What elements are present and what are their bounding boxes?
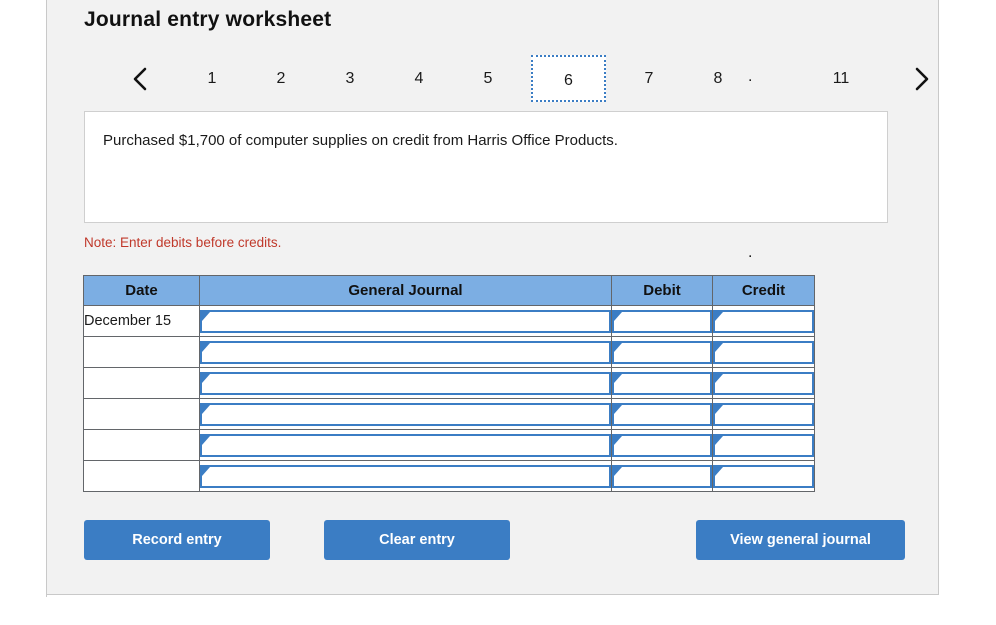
- journal-entry-worksheet-panel: Journal entry worksheet 1 2 3 4 5 6 7 8 …: [47, 0, 939, 595]
- date-cell: [83, 429, 200, 461]
- debit-cell[interactable]: [611, 367, 713, 399]
- table-row: [83, 429, 815, 461]
- pagination-page-11[interactable]: 11: [819, 55, 863, 102]
- debit-cell[interactable]: [611, 460, 713, 492]
- date-cell: [83, 336, 200, 368]
- credit-cell[interactable]: [712, 336, 815, 368]
- credit-cell[interactable]: [712, 429, 815, 461]
- debits-before-credits-note: Note: Enter debits before credits.: [84, 235, 282, 250]
- general-journal-cell[interactable]: [199, 429, 612, 461]
- pagination-ellipsis: . . . . .: [748, 68, 756, 261]
- column-header-debit: Debit: [611, 275, 713, 306]
- pagination-page-3[interactable]: 3: [328, 55, 372, 102]
- pagination-page-6[interactable]: 6: [531, 55, 606, 102]
- date-cell: [83, 367, 200, 399]
- date-cell: [83, 460, 200, 492]
- date-cell: December 15: [83, 305, 200, 337]
- debit-input[interactable]: [612, 464, 712, 488]
- table-row: [83, 460, 815, 492]
- transaction-description-box: Purchased $1,700 of computer supplies on…: [84, 111, 888, 223]
- pagination-bar: 1 2 3 4 5 6 7 8 . . . . . 11: [80, 55, 929, 261]
- general-journal-cell[interactable]: [199, 305, 612, 337]
- pagination-page-8[interactable]: 8: [696, 55, 740, 102]
- table-row: [83, 336, 815, 368]
- debit-cell[interactable]: [611, 429, 713, 461]
- general-journal-cell[interactable]: [199, 336, 612, 368]
- credit-cell[interactable]: [712, 460, 815, 492]
- credit-input[interactable]: [713, 433, 814, 457]
- table-header-row: Date General Journal Debit Credit: [83, 275, 815, 306]
- credit-input[interactable]: [713, 371, 814, 395]
- table-row: December 15: [83, 305, 815, 337]
- credit-cell[interactable]: [712, 305, 815, 337]
- credit-cell[interactable]: [712, 398, 815, 430]
- debit-input[interactable]: [612, 433, 712, 457]
- pagination-page-5[interactable]: 5: [466, 55, 510, 102]
- transaction-description-text: Purchased $1,700 of computer supplies on…: [103, 132, 618, 149]
- pagination-page-1[interactable]: 1: [190, 55, 234, 102]
- general-journal-input[interactable]: [200, 340, 611, 364]
- general-journal-input[interactable]: [200, 371, 611, 395]
- view-general-journal-button[interactable]: View general journal: [696, 520, 905, 560]
- general-journal-input[interactable]: [200, 433, 611, 457]
- credit-input[interactable]: [713, 402, 814, 426]
- credit-cell[interactable]: [712, 367, 815, 399]
- debit-cell[interactable]: [611, 336, 713, 368]
- debit-input[interactable]: [612, 309, 712, 333]
- table-row: [83, 367, 815, 399]
- general-journal-cell[interactable]: [199, 398, 612, 430]
- general-journal-input[interactable]: [200, 464, 611, 488]
- pagination-page-2[interactable]: 2: [259, 55, 303, 102]
- page-title: Journal entry worksheet: [84, 8, 332, 31]
- general-journal-input[interactable]: [200, 309, 611, 333]
- credit-input[interactable]: [713, 464, 814, 488]
- column-header-date: Date: [83, 275, 200, 306]
- pagination-page-4[interactable]: 4: [397, 55, 441, 102]
- credit-input[interactable]: [713, 340, 814, 364]
- pagination-page-7[interactable]: 7: [627, 55, 671, 102]
- debit-input[interactable]: [612, 340, 712, 364]
- chevron-left-icon[interactable]: [124, 55, 158, 102]
- general-journal-input[interactable]: [200, 402, 611, 426]
- table-row: [83, 398, 815, 430]
- debit-input[interactable]: [612, 402, 712, 426]
- credit-input[interactable]: [713, 309, 814, 333]
- debit-cell[interactable]: [611, 398, 713, 430]
- journal-entry-table: Date General Journal Debit Credit Decemb…: [83, 275, 815, 492]
- general-journal-cell[interactable]: [199, 367, 612, 399]
- clear-entry-button[interactable]: Clear entry: [324, 520, 510, 560]
- record-entry-button[interactable]: Record entry: [84, 520, 270, 560]
- date-cell: [83, 398, 200, 430]
- general-journal-cell[interactable]: [199, 460, 612, 492]
- debit-cell[interactable]: [611, 305, 713, 337]
- debit-input[interactable]: [612, 371, 712, 395]
- column-header-general-journal: General Journal: [199, 275, 612, 306]
- column-header-credit: Credit: [712, 275, 815, 306]
- chevron-right-icon[interactable]: [904, 55, 938, 102]
